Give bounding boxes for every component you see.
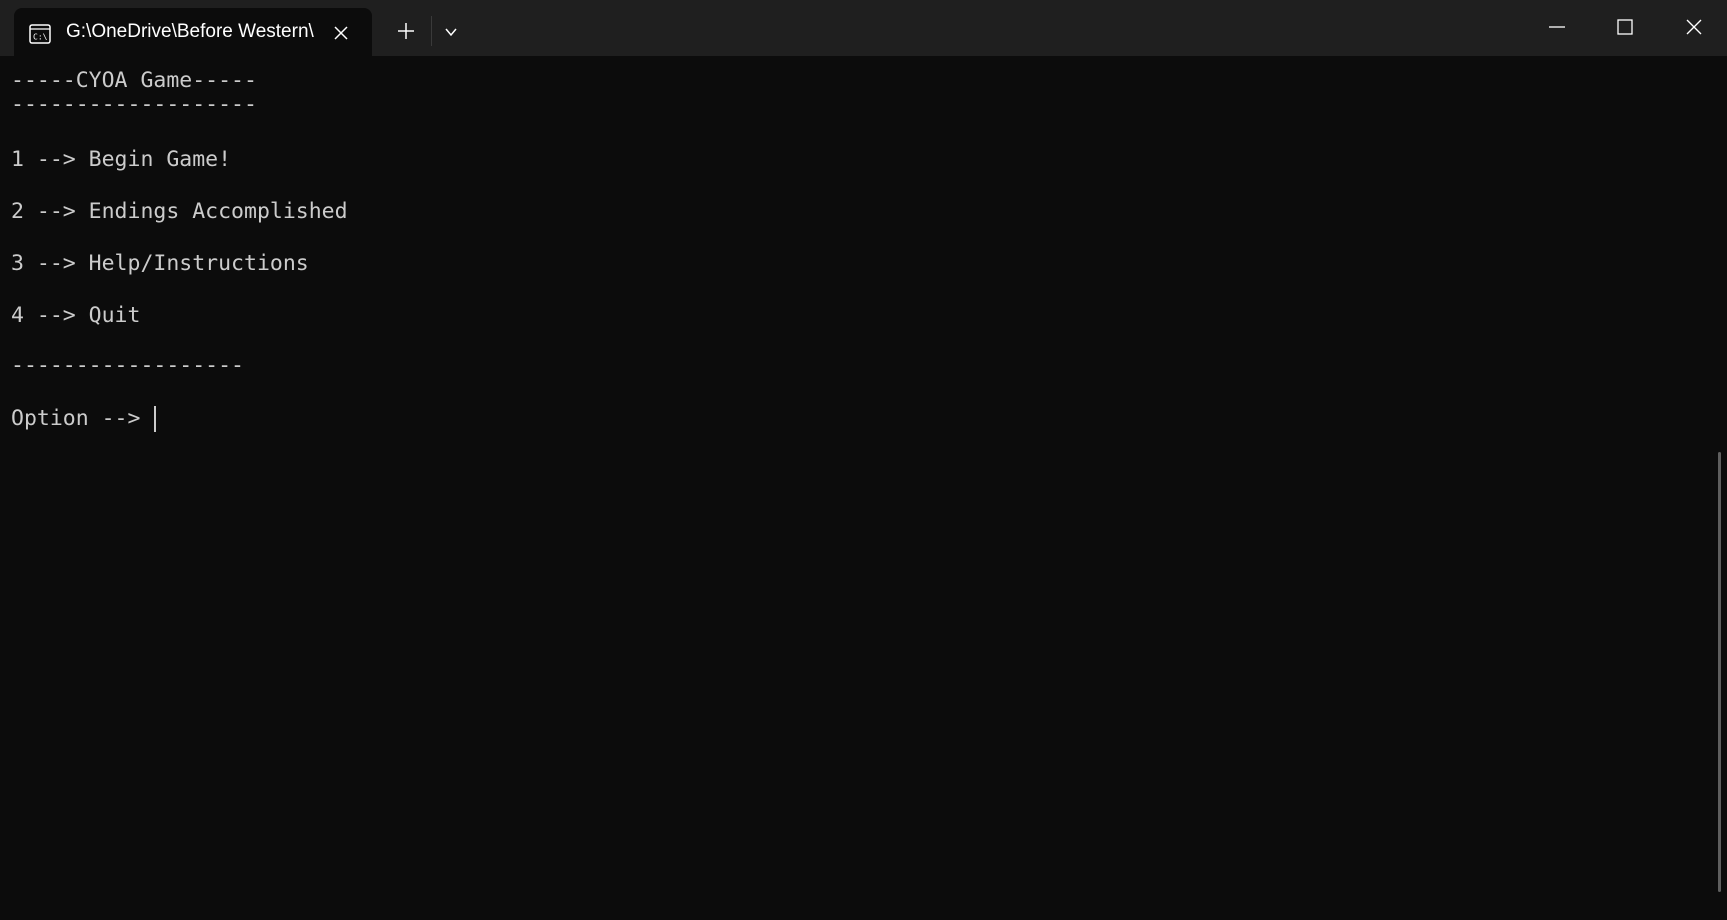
maximize-button[interactable] — [1590, 0, 1658, 52]
minimize-button[interactable] — [1522, 0, 1590, 52]
svg-text:C:\: C:\ — [33, 33, 48, 42]
tab-close-icon[interactable] — [332, 24, 350, 42]
terminal-output[interactable]: -----CYOA Game----- ------------------- … — [0, 56, 1715, 920]
console-footer-rule: ------------------ — [11, 353, 244, 378]
text-cursor[interactable] — [154, 406, 156, 432]
option-prompt: Option --> — [11, 406, 154, 431]
plus-icon[interactable] — [396, 21, 416, 41]
terminal-tab[interactable]: C:\ G:\OneDrive\Before Western\ — [14, 8, 372, 56]
maximize-icon — [1617, 19, 1633, 35]
title-bar: C:\ G:\OneDrive\Before Western\ — [0, 0, 1727, 56]
close-icon — [1686, 19, 1702, 35]
console-header: -----CYOA Game----- — [11, 68, 257, 93]
tab-title: G:\OneDrive\Before Western\ — [66, 21, 314, 42]
scrollbar[interactable] — [1718, 452, 1721, 892]
tab-divider — [431, 16, 432, 46]
menu-option-2: 2 --> Endings Accomplished — [11, 199, 348, 224]
console-header-rule: ------------------- — [11, 92, 257, 117]
menu-option-4: 4 --> Quit — [11, 303, 141, 328]
menu-option-3: 3 --> Help/Instructions — [11, 251, 309, 276]
close-window-button[interactable] — [1659, 0, 1727, 52]
menu-option-1: 1 --> Begin Game! — [11, 147, 232, 172]
chevron-down-icon[interactable] — [443, 24, 459, 38]
minimize-icon — [1549, 26, 1565, 28]
terminal-icon: C:\ — [28, 22, 52, 46]
